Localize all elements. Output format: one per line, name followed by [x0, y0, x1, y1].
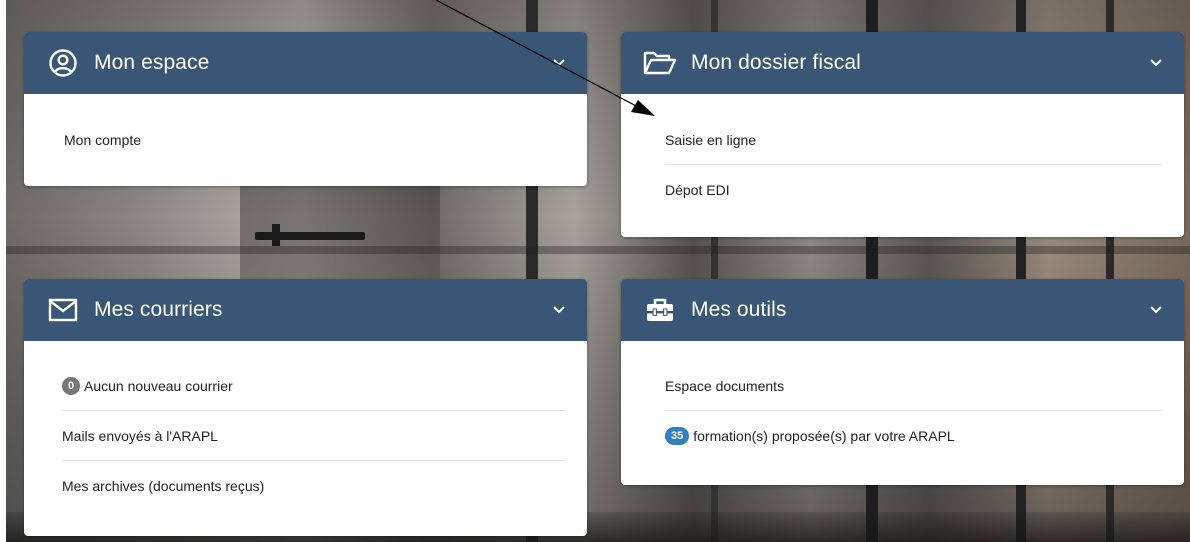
item-label: Aucun nouveau courrier — [84, 377, 233, 394]
link-mes-archives[interactable]: Mes archives (documents reçus) — [62, 461, 565, 511]
card-mon-espace: Mon espace Mon compte — [24, 32, 587, 186]
card-mes-outils-header[interactable]: Mes outils — [621, 279, 1184, 341]
card-mon-dossier-fiscal: Mon dossier fiscal Saisie en ligne Dépot… — [621, 32, 1184, 237]
card-title: Mes courriers — [94, 298, 223, 321]
background-rail — [6, 246, 1190, 254]
chevron-down-icon[interactable] — [1148, 54, 1164, 70]
link-formations[interactable]: 35 formation(s) proposée(s) par votre AR… — [665, 411, 1162, 461]
link-depot-edi[interactable]: Dépot EDI — [665, 165, 1162, 215]
card-mes-outils: Mes outils Espace documents 35 formation… — [621, 279, 1184, 485]
link-saisie-en-ligne[interactable]: Saisie en ligne — [665, 115, 1162, 165]
chevron-down-icon[interactable] — [1148, 301, 1164, 317]
card-mes-courriers-header[interactable]: Mes courriers — [24, 279, 587, 341]
background-door-handle-mount — [272, 224, 280, 246]
chevron-down-icon[interactable] — [551, 301, 567, 317]
toolbox-icon — [643, 293, 677, 327]
folder-open-icon — [643, 46, 677, 80]
card-body: 0 Aucun nouveau courrier Mails envoyés à… — [24, 341, 587, 511]
link-aucun-nouveau-courrier[interactable]: 0 Aucun nouveau courrier — [62, 361, 565, 411]
card-title: Mes outils — [691, 298, 787, 321]
item-label: formation(s) proposée(s) par votre ARAPL — [693, 428, 955, 444]
card-mon-dossier-fiscal-header[interactable]: Mon dossier fiscal — [621, 32, 1184, 94]
chevron-down-icon[interactable] — [551, 54, 567, 70]
card-body: Mon compte — [24, 94, 587, 165]
card-body: Espace documents 35 formation(s) proposé… — [621, 341, 1184, 461]
card-title: Mon espace — [94, 51, 210, 74]
link-mon-compte[interactable]: Mon compte — [64, 115, 563, 165]
envelope-icon — [46, 293, 80, 327]
card-body: Saisie en ligne Dépot EDI — [621, 94, 1184, 215]
link-mails-envoyes[interactable]: Mails envoyés à l'ARAPL — [62, 411, 565, 461]
card-mon-espace-header[interactable]: Mon espace — [24, 32, 587, 94]
card-title: Mon dossier fiscal — [691, 51, 861, 74]
formations-count-badge: 35 — [665, 427, 690, 445]
link-espace-documents[interactable]: Espace documents — [665, 361, 1162, 411]
user-circle-icon — [46, 46, 80, 80]
unread-count-badge: 0 — [62, 376, 80, 395]
card-mes-courriers: Mes courriers 0 Aucun nouveau courrier M… — [24, 279, 587, 536]
